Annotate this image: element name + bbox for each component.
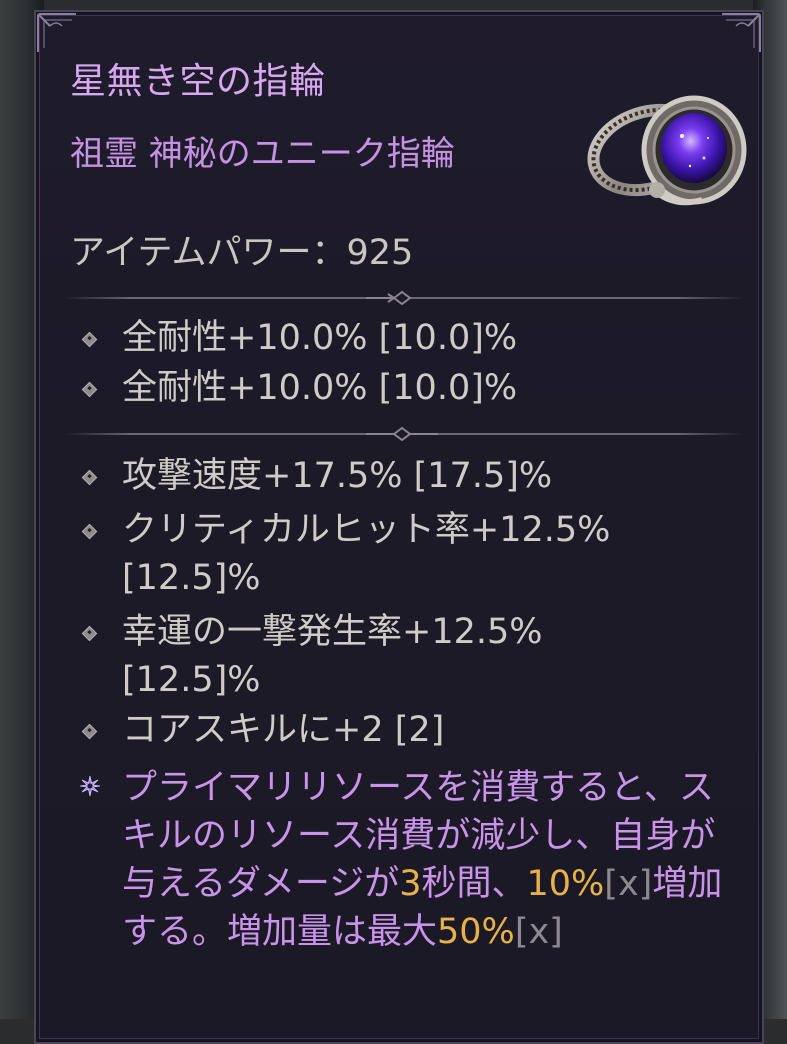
unique-max-bracket: [x] [514, 912, 563, 952]
stat-text: 攻撃速度+17.5% [17.5]% [122, 456, 553, 496]
stat-text: 全耐性+10.0% [10.0]% [122, 368, 518, 408]
ornament-divider-icon [366, 426, 438, 442]
diamond-bullet-icon [81, 723, 98, 740]
diamond-bullet-icon [81, 523, 98, 540]
affix-stat-4: コアスキルに+2 [2] [81, 706, 742, 754]
affix-stat-2: クリティカルヒット率+12.5% [12.5]% [81, 506, 622, 602]
affix-stat-1: 攻撃速度+17.5% [17.5]% [81, 452, 742, 500]
diamond-bullet-icon [81, 469, 98, 486]
diamond-bullet-icon [81, 331, 98, 348]
unique-amount-bracket: [x] [604, 864, 653, 904]
section-divider [64, 288, 744, 308]
affix-stat-3: 幸運の一撃発生率+12.5% [12.5]% [81, 608, 682, 704]
unique-max-value: 50% [437, 912, 515, 952]
diamond-bullet-icon [81, 625, 98, 642]
unique-power: プライマリリソースを消費すると、スキルのリソース消費が減少し、自身が与えるダメー… [79, 764, 734, 956]
frame-corner-ornament-icon [37, 13, 76, 52]
item-tooltip: 星無き空の指輪 祖霊 神秘のユニーク指輪 アイテムパワー：925 全耐性+10.… [34, 10, 764, 1044]
implicit-stat-2: 全耐性+10.0% [10.0]% [81, 364, 742, 412]
item-power-value: 925 [346, 233, 414, 273]
item-power-label: アイテムパワー： [70, 233, 347, 273]
item-power: アイテムパワー：925 [70, 230, 413, 276]
unique-amount-value: 10% [526, 864, 605, 904]
unique-text-part2: 秒間、 [421, 864, 527, 904]
item-name: 星無き空の指輪 [70, 61, 326, 102]
stat-text: クリティカルヒット率+12.5% [12.5]% [122, 510, 611, 598]
implicit-stat-1: 全耐性+10.0% [10.0]% [81, 314, 742, 362]
section-divider [64, 424, 744, 444]
ornament-divider-icon [366, 290, 412, 306]
item-type-line: 祖霊 神秘のユニーク指輪 [70, 134, 455, 174]
unique-duration-value: 3 [399, 864, 422, 904]
unique-star-icon [79, 775, 101, 797]
stat-text: コアスキルに+2 [2] [122, 710, 445, 750]
frame-corner-ornament-icon [722, 13, 761, 52]
stat-text: 幸運の一撃発生率+12.5% [12.5]% [122, 612, 543, 700]
stat-text: 全耐性+10.0% [10.0]% [122, 318, 518, 358]
ring-icon [587, 95, 747, 206]
diamond-bullet-icon [81, 381, 98, 398]
